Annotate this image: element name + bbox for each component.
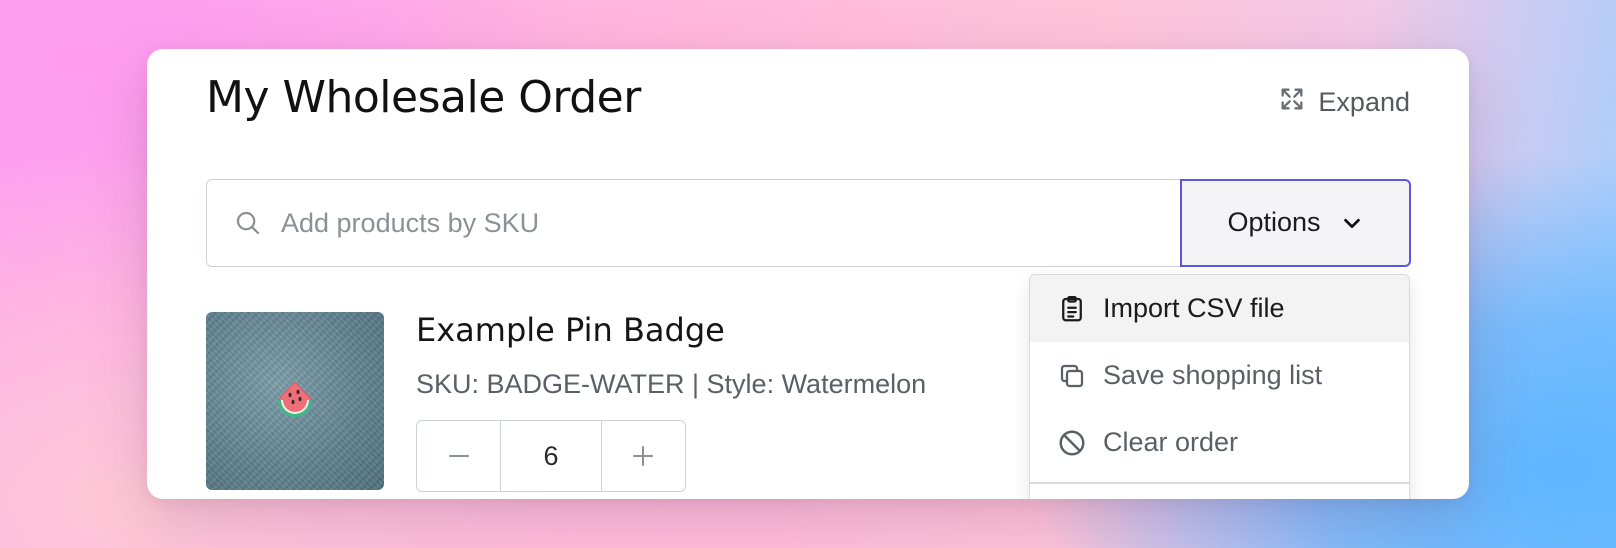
quantity-stepper: 6 [416, 420, 686, 492]
copy-icon [1060, 364, 1084, 387]
search-box [207, 180, 1180, 266]
expand-label: Expand [1318, 87, 1410, 117]
options-button[interactable]: Options [1179, 178, 1411, 267]
product-sku-style: SKU: BADGE-WATER | Style: Watermelon [416, 369, 927, 399]
quantity-value[interactable]: 6 [500, 421, 602, 491]
menu-item-save-shopping-list[interactable]: Save shopping list [1030, 342, 1409, 409]
block-icon [1059, 430, 1085, 455]
minus-icon [448, 455, 469, 457]
product-name[interactable]: Example Pin Badge [416, 311, 725, 349]
watermelon-badge-image [277, 381, 313, 417]
menu-item-label: Save shopping list [1103, 360, 1323, 390]
sku-search-bar: Options [206, 178, 1411, 267]
menu-item-import-csv[interactable]: Import CSV file [1030, 275, 1409, 342]
expand-icon [1278, 85, 1306, 120]
product-image [206, 312, 384, 490]
options-label: Options [1227, 207, 1321, 237]
menu-item-label: Import CSV file [1103, 293, 1285, 323]
menu-item-clear-order[interactable]: Clear order [1030, 409, 1409, 476]
menu-divider [1030, 482, 1409, 484]
clipboard-icon [1062, 295, 1082, 321]
increase-quantity-button[interactable] [602, 421, 685, 491]
chevron-down-icon [1343, 218, 1360, 228]
expand-button[interactable]: Expand [1278, 85, 1410, 120]
order-panel: My Wholesale Order Expand Options [147, 49, 1469, 499]
options-dropdown-menu: Import CSV file Save shopping list Clear… [1029, 274, 1410, 499]
decrease-quantity-button[interactable] [417, 421, 500, 491]
sku-search-input[interactable] [207, 180, 1180, 266]
search-icon [236, 211, 260, 235]
menu-item-label: Clear order [1103, 427, 1239, 457]
page-title: My Wholesale Order [206, 72, 641, 123]
plus-icon [633, 446, 654, 466]
